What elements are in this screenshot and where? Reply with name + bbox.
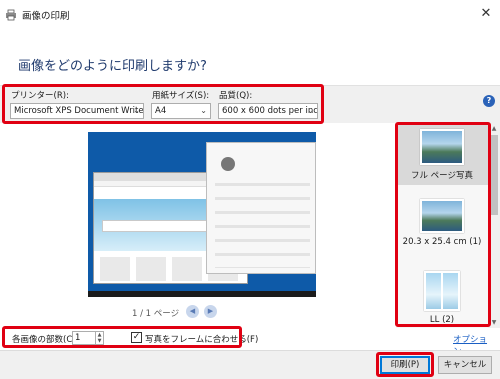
paper-size-select[interactable]: A4 ⌄ [151, 103, 211, 119]
chevron-down-icon: ⌄ [307, 106, 314, 115]
layout-item-full-page[interactable]: フル ページ写真 [396, 123, 488, 185]
layout-label: フル ページ写真 [410, 171, 474, 181]
preview-taskbar [88, 291, 316, 297]
chevron-down-icon: ⌄ [133, 106, 140, 115]
paper-size-label: 用紙サイズ(S): [152, 91, 210, 101]
layout-thumbnail [424, 271, 460, 311]
title-bar: 画像の印刷 ✕ [0, 0, 500, 30]
copies-stepper[interactable]: ▲ ▼ [96, 331, 104, 345]
close-icon[interactable]: ✕ [478, 6, 494, 22]
layout-thumbnail [420, 199, 464, 233]
next-page-button[interactable]: ▶ [204, 305, 217, 318]
layout-item-8x10[interactable]: 20.3 x 25.4 cm (1) [396, 193, 488, 255]
printer-select[interactable]: Microsoft XPS Document Writer ⌄ [10, 103, 144, 119]
preview-side-window [206, 142, 316, 274]
copies-input[interactable]: 1 [72, 331, 96, 345]
print-preview-image [88, 132, 316, 297]
layout-scrollbar[interactable]: ▲ ▼ [488, 123, 500, 328]
chevron-down-icon: ⌄ [200, 106, 207, 115]
previous-page-button[interactable]: ◀ [186, 305, 199, 318]
scroll-up-icon[interactable]: ▲ [488, 125, 500, 132]
page-title: 画像をどのように印刷しますか? [18, 59, 207, 74]
layout-label: LL (2) [429, 315, 455, 325]
layout-list: フル ページ写真 20.3 x 25.4 cm (1) LL (2) [396, 123, 488, 328]
quality-select[interactable]: 600 x 600 dots per inch ⌄ [218, 103, 318, 119]
layout-item-ll[interactable]: LL (2) [396, 265, 488, 327]
layout-thumbnail [420, 129, 464, 165]
paper-size-select-value: A4 [155, 106, 167, 116]
fit-to-frame-label[interactable]: 写真をフレームに合わせる(F) [145, 333, 258, 345]
fit-to-frame-checkbox[interactable]: ✓ [131, 332, 142, 343]
printer-label: プリンター(R): [11, 91, 69, 101]
help-icon[interactable]: ? [483, 95, 495, 107]
printer-select-value: Microsoft XPS Document Writer [14, 106, 144, 116]
quality-select-value: 600 x 600 dots per inch [222, 106, 318, 116]
printer-icon [6, 9, 16, 21]
quality-label: 品質(Q): [219, 91, 253, 101]
page-indicator: 1 / 1 ページ [132, 309, 180, 319]
print-button[interactable]: 印刷(P) [380, 356, 430, 374]
cancel-button[interactable]: キャンセル [438, 356, 492, 374]
copies-label: 各画像の部数(C): [12, 335, 79, 345]
window-title: 画像の印刷 [22, 11, 70, 22]
scroll-down-icon[interactable]: ▼ [488, 319, 500, 326]
scrollbar-thumb[interactable] [490, 135, 498, 215]
layout-label: 20.3 x 25.4 cm (1) [402, 237, 482, 247]
print-options-bar: プリンター(R): Microsoft XPS Document Writer … [0, 85, 500, 123]
